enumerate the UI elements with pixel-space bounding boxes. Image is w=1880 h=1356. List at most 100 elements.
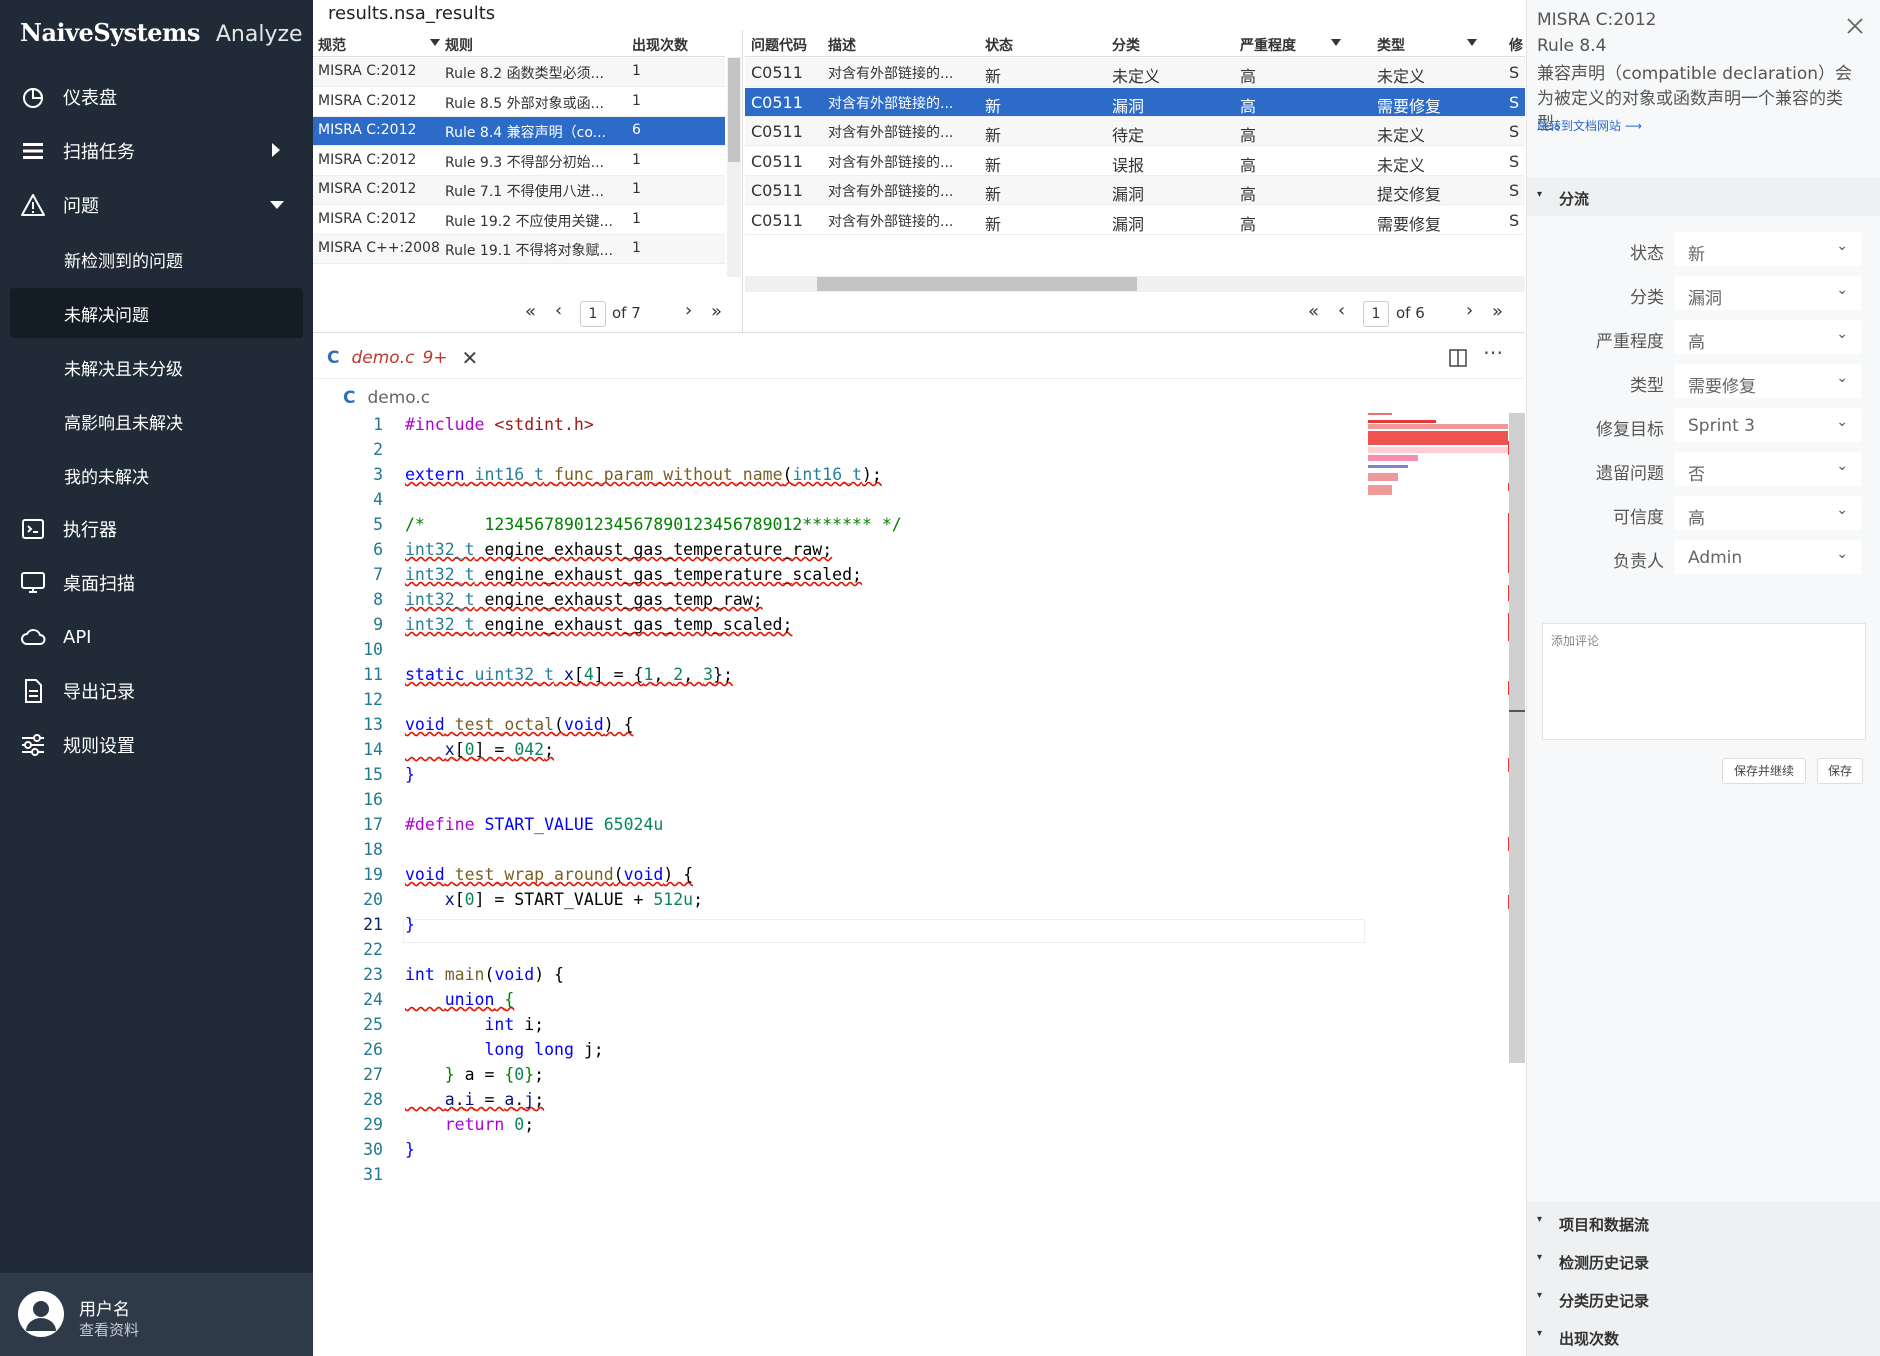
table-cell: 需要修复 [1377,214,1442,234]
rules-scrollbar-thumb[interactable] [728,58,740,162]
nav-dashboard[interactable]: 仪表盘 [0,70,313,124]
prev-page-icon[interactable]: ‹ [555,300,562,321]
section-title: 检测历史记录 [1559,1254,1650,1272]
next-page-icon[interactable]: › [1466,300,1473,321]
table-row[interactable]: MISRA C:2012 Rule 8.5 外部对象或函... 1 [313,88,725,117]
table-row[interactable]: C0511 对含有外部链接的... 新 漏洞 高 需要修复 S [745,206,1525,235]
nav-issues[interactable]: 问题 [0,178,313,232]
line-number: 31 [363,1165,383,1184]
table-row[interactable]: MISRA C:2012 Rule 8.4 兼容声明（co... 6 [313,117,725,146]
section-triage-history[interactable]: ▾ 分类历史记录 [1527,1288,1880,1314]
editor-tab[interactable]: C demo.c 9+ ✕ [327,344,478,372]
split-editor-icon[interactable] [1449,349,1467,367]
table-cell: 新 [985,96,1002,116]
table-row[interactable]: MISRA C:2012 Rule 7.1 不得使用八进... 1 [313,176,725,205]
more-actions-icon[interactable]: ⋯ [1483,340,1503,364]
field-select[interactable]: 高 ⌄ [1674,320,1862,354]
section-occurrences[interactable]: ▾ 出现次数 [1527,1326,1880,1352]
last-page-icon[interactable]: » [1492,301,1503,322]
first-page-icon[interactable]: « [525,301,536,322]
section-detection-history[interactable]: ▾ 检测历史记录 [1527,1250,1880,1276]
section-title: 出现次数 [1559,1330,1620,1348]
table-row[interactable]: C0511 对含有外部链接的... 新 未定义 高 未定义 S [745,58,1525,87]
col-issue-code[interactable]: 问题代码 [751,35,807,55]
line-number: 6 [373,540,383,559]
editor-scrollbar-thumb[interactable] [1509,413,1525,1063]
field-select[interactable]: 漏洞 ⌄ [1674,276,1862,310]
field-select[interactable]: 新 ⌄ [1674,232,1862,266]
nav-scan-tasks[interactable]: 扫描任务 [0,124,313,178]
field-select[interactable]: Admin ⌄ [1674,540,1862,574]
table-row[interactable]: MISRA C++:2008 Rule 19.1 不得将对象赋... 1 [313,235,725,264]
nav-sub-unresolved-untriaged[interactable]: 未解决且未分级 [10,342,303,392]
triage-section-header[interactable]: ▾ 分流 [1527,178,1880,216]
filter-caret-icon[interactable] [1467,39,1477,46]
table-row[interactable]: MISRA C:2012 Rule 19.2 不应使用关键... 1 [313,206,725,235]
nav-executors[interactable]: 执行器 [0,502,313,556]
field-select[interactable]: 需要修复 ⌄ [1674,364,1862,398]
table-cell: 1 [632,181,641,197]
view-profile-link[interactable]: 查看资料 [79,1319,139,1340]
prev-page-icon[interactable]: ‹ [1338,300,1345,321]
filter-caret-icon[interactable] [1331,39,1341,46]
user-icon [26,1301,56,1331]
table-row[interactable]: MISRA C:2012 Rule 9.3 不得部分初始... 1 [313,147,725,176]
user-profile[interactable]: 用户名 查看资料 [0,1273,313,1356]
next-page-icon[interactable]: › [685,300,692,321]
line-number: 5 [373,515,383,534]
table-cell: MISRA C:2012 [318,92,417,109]
col-spec[interactable]: 规范 [318,35,346,55]
field-select[interactable]: Sprint 3 ⌄ [1674,408,1862,442]
col-rule[interactable]: 规则 [445,35,473,55]
code-line: #define START_VALUE 65024u [405,815,664,834]
filter-caret-icon[interactable] [430,39,440,46]
results-title: results.nsa_results [328,3,496,24]
col-severity[interactable]: 严重程度 [1240,35,1296,55]
nav-desktop-scan[interactable]: 桌面扫描 [0,556,313,610]
nav-rule-settings[interactable]: 规则设置 [0,718,313,772]
table-row[interactable]: C0511 对含有外部链接的... 新 漏洞 高 需要修复 S [745,87,1525,117]
nav-export-records[interactable]: 导出记录 [0,664,313,718]
line-number: 11 [363,665,383,684]
field-select[interactable]: 否 ⌄ [1674,452,1862,486]
field-value: Admin [1688,548,1743,568]
save-button[interactable]: 保存 [1817,758,1863,784]
doc-link[interactable]: 跳转到文档网站 ⟶ [1537,117,1642,134]
table-row[interactable]: MISRA C:2012 Rule 8.2 函数类型必须... 1 [313,58,725,87]
col-category[interactable]: 分类 [1112,35,1140,55]
table-row[interactable]: C0511 对含有外部链接的... 新 待定 高 未定义 S [745,117,1525,146]
col-type[interactable]: 类型 [1377,35,1405,55]
close-icon[interactable]: ✕ [462,346,479,370]
comment-input[interactable]: 添加评论 [1542,623,1866,740]
close-icon[interactable] [1847,18,1863,34]
field-select[interactable]: 高 ⌄ [1674,496,1862,530]
save-and-continue-button[interactable]: 保存并继续 [1722,758,1806,784]
col-status[interactable]: 状态 [985,35,1013,55]
nav-sub-unresolved[interactable]: 未解决问题 [10,288,303,338]
line-number: 24 [363,990,383,1009]
nav-sub-mine[interactable]: 我的未解决 [10,450,303,500]
last-page-icon[interactable]: » [711,301,722,322]
col-description[interactable]: 描述 [828,35,856,55]
table-row[interactable]: C0511 对含有外部链接的... 新 误报 高 未定义 S [745,147,1525,176]
nav-sub-high-impact[interactable]: 高影响且未解决 [10,396,303,446]
section-project-dataflow[interactable]: ▾ 项目和数据流 [1527,1212,1880,1238]
page-input[interactable]: 1 [1363,301,1389,327]
issues-hscroll-thumb[interactable] [817,277,1137,291]
table-row[interactable]: C0511 对含有外部链接的... 新 漏洞 高 提交修复 S [745,176,1525,205]
nav-sub-new-issues[interactable]: 新检测到的问题 [10,234,303,284]
table-cell: 漏洞 [1112,214,1145,234]
nav-label: 桌面扫描 [63,574,135,595]
brand-logo[interactable]: NaiveSystems Analyze [20,18,303,56]
col-count[interactable]: 出现次数 [632,35,688,55]
table-cell: 待定 [1112,126,1145,145]
col-fix[interactable]: 修 [1509,35,1523,55]
breadcrumb[interactable]: Cdemo.c [343,388,430,408]
issue-detail-panel: MISRA C:2012 Rule 8.4 兼容声明（compatible de… [1526,0,1880,1356]
nav-api[interactable]: API [0,610,313,664]
first-page-icon[interactable]: « [1308,301,1319,322]
minimap[interactable] [1368,413,1508,503]
brand-name: NaiveSystems [20,18,200,47]
page-input[interactable]: 1 [580,301,606,327]
table-cell: MISRA C:2012 [318,210,417,227]
